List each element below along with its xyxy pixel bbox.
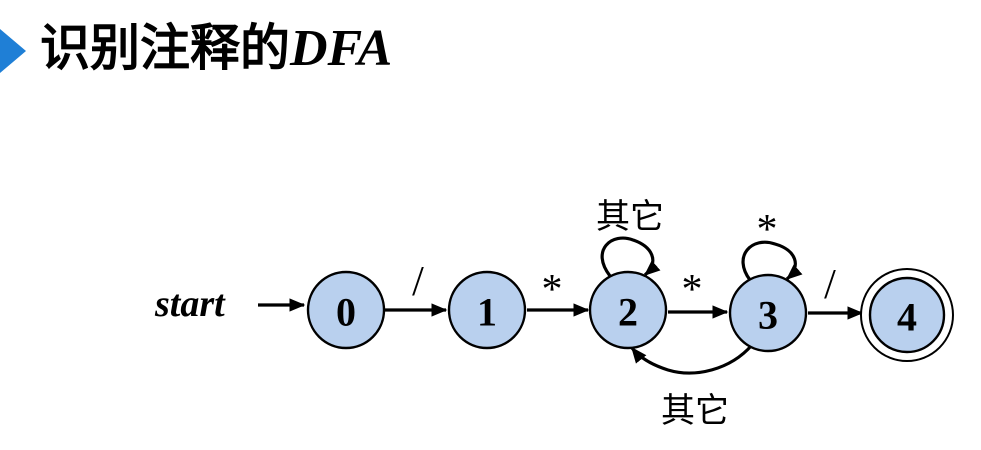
edge-label-2-2: 其它: [596, 197, 664, 237]
start-label: start: [154, 283, 226, 325]
state-4-accepting: 4: [860, 268, 954, 362]
state-3-label: 3: [758, 293, 778, 338]
dfa-diagram: start / * 其它 * * / 其它 0 1 2 3 4: [154, 197, 954, 431]
state-3: 3: [728, 273, 808, 353]
edge-label-3-4: /: [824, 262, 836, 308]
edge-2-2-loop: [600, 236, 661, 277]
state-4-label: 4: [897, 295, 917, 340]
state-1-label: 1: [477, 290, 497, 335]
edge-label-3-3: *: [757, 207, 778, 253]
state-0: 0: [306, 270, 386, 350]
edge-3-2-back: [630, 343, 754, 375]
edge-label-2-3: *: [682, 267, 703, 313]
state-2-label: 2: [618, 290, 638, 335]
edge-label-0-1: /: [412, 259, 424, 305]
edge-label-3-2: 其它: [661, 391, 729, 431]
state-1: 1: [447, 270, 527, 350]
edge-label-1-2: *: [542, 267, 563, 313]
state-0-label: 0: [336, 290, 356, 335]
state-2: 2: [588, 270, 668, 350]
